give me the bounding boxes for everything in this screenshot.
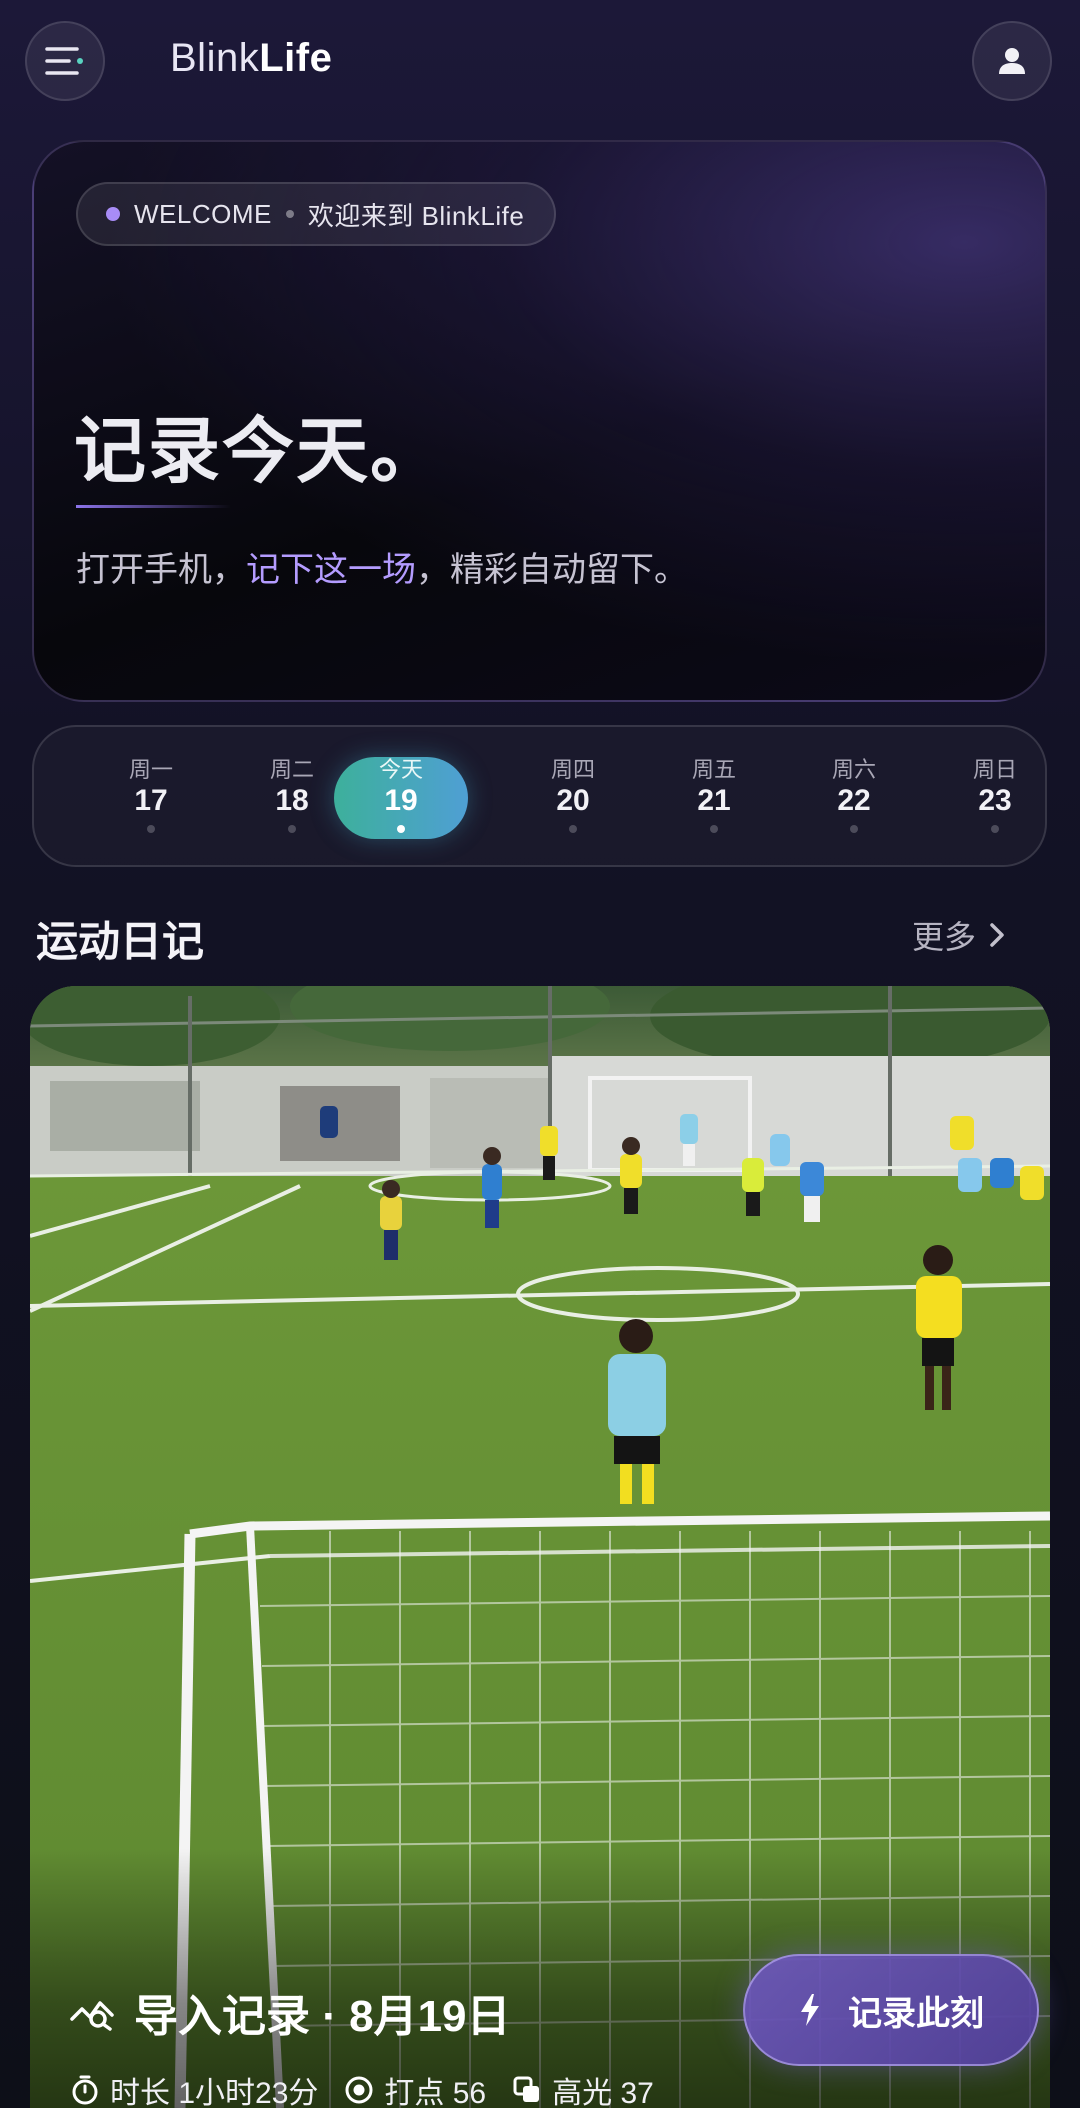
day-number: 22 [837, 784, 871, 817]
menu-button[interactable] [25, 21, 105, 101]
card-title: 导入记录 · 8月19日 [70, 1980, 511, 2044]
app-title: BlinkLife [170, 36, 332, 81]
day-name: 周一 [128, 757, 173, 782]
timer-icon [72, 2075, 98, 2105]
day-today[interactable]: 今天 19 [334, 757, 468, 839]
day-number: 21 [697, 784, 731, 817]
day-number: 17 [134, 784, 168, 817]
subtitle-pre: 打开手机， [76, 551, 246, 589]
week-calendar: 周一 17 周二 18 今天 19 周四 20 周五 21 周六 22 周日 2… [32, 725, 1047, 867]
day-name: 周四 [550, 757, 595, 782]
hero-subtitle: 打开手机，记下这一场，精彩自动留下。 [76, 542, 688, 591]
chip-greeting-text: 欢迎来到 BlinkLife [307, 200, 525, 231]
card-stats: 时长 1小时23分 打点 56 高光 37 [70, 2068, 654, 2108]
day-name: 周六 [831, 757, 876, 782]
stat-duration-text: 时长 1小时23分 [110, 2077, 319, 2108]
day-fri[interactable]: 周五 21 [647, 757, 781, 839]
chip-dot [106, 207, 120, 221]
target-icon [345, 2076, 373, 2104]
day-thu[interactable]: 周四 20 [506, 757, 640, 839]
brand-light: Blink [170, 36, 260, 80]
brand-bold: Life [259, 36, 333, 80]
stat-points: 打点 56 [344, 2068, 486, 2108]
day-mon[interactable]: 周一 17 [84, 757, 218, 839]
day-number: 19 [384, 784, 418, 817]
hero-title: 记录今天。 [74, 412, 445, 492]
day-name: 周五 [691, 757, 736, 782]
subtitle-accent: 记下这一场 [246, 551, 416, 589]
day-sat[interactable]: 周六 22 [787, 757, 921, 839]
stat-highlights: 高光 37 [512, 2068, 654, 2108]
menu-icon [45, 47, 83, 75]
activity-card[interactable]: 导入记录 · 8月19日 时长 1小时23分 打点 56 高光 37 [30, 986, 1050, 2108]
day-indicator-dot [569, 825, 577, 833]
day-indicator-dot [850, 825, 858, 833]
card-title-text: 导入记录 · 8月19日 [134, 1992, 511, 2041]
day-indicator-dot [991, 825, 999, 833]
more-link[interactable]: 更多 [912, 912, 1006, 958]
activity-chart-icon [70, 2001, 114, 2031]
day-name: 周日 [972, 757, 1017, 782]
stat-highlights-text: 高光 37 [552, 2077, 654, 2108]
day-number: 20 [556, 784, 590, 817]
chip-separator [285, 210, 294, 218]
copy-icon [513, 2076, 540, 2102]
chevron-right-icon [990, 923, 1004, 947]
record-button-label: 记录此刻 [848, 1994, 984, 2033]
welcome-hero-card: WELCOME 欢迎来到 BlinkLife 记录今天。 打开手机，记下这一场，… [32, 140, 1047, 702]
day-number: 23 [978, 784, 1012, 817]
stat-points-text: 打点 56 [384, 2077, 487, 2108]
subtitle-post: ，精彩自动留下。 [416, 551, 688, 589]
record-moment-button[interactable]: 记录此刻 [743, 1954, 1039, 2066]
day-sun[interactable]: 周日 23 [928, 757, 1062, 839]
profile-button[interactable] [972, 21, 1052, 101]
welcome-chip: WELCOME 欢迎来到 BlinkLife [76, 182, 557, 246]
day-indicator-dot [710, 825, 718, 833]
stat-duration: 时长 1小时23分 [70, 2068, 318, 2108]
hero-divider [76, 505, 231, 508]
day-indicator-dot [147, 825, 155, 833]
day-indicator-dot [288, 825, 296, 833]
more-label: 更多 [912, 919, 977, 955]
top-bar: BlinkLife [0, 0, 1080, 130]
chip-welcome-text: WELCOME [134, 198, 272, 229]
day-name: 今天 [378, 757, 423, 782]
day-indicator-dot [397, 825, 405, 833]
lightning-icon [801, 1994, 819, 2026]
person-icon [999, 48, 1025, 74]
section-title: 运动日记 [36, 918, 205, 965]
